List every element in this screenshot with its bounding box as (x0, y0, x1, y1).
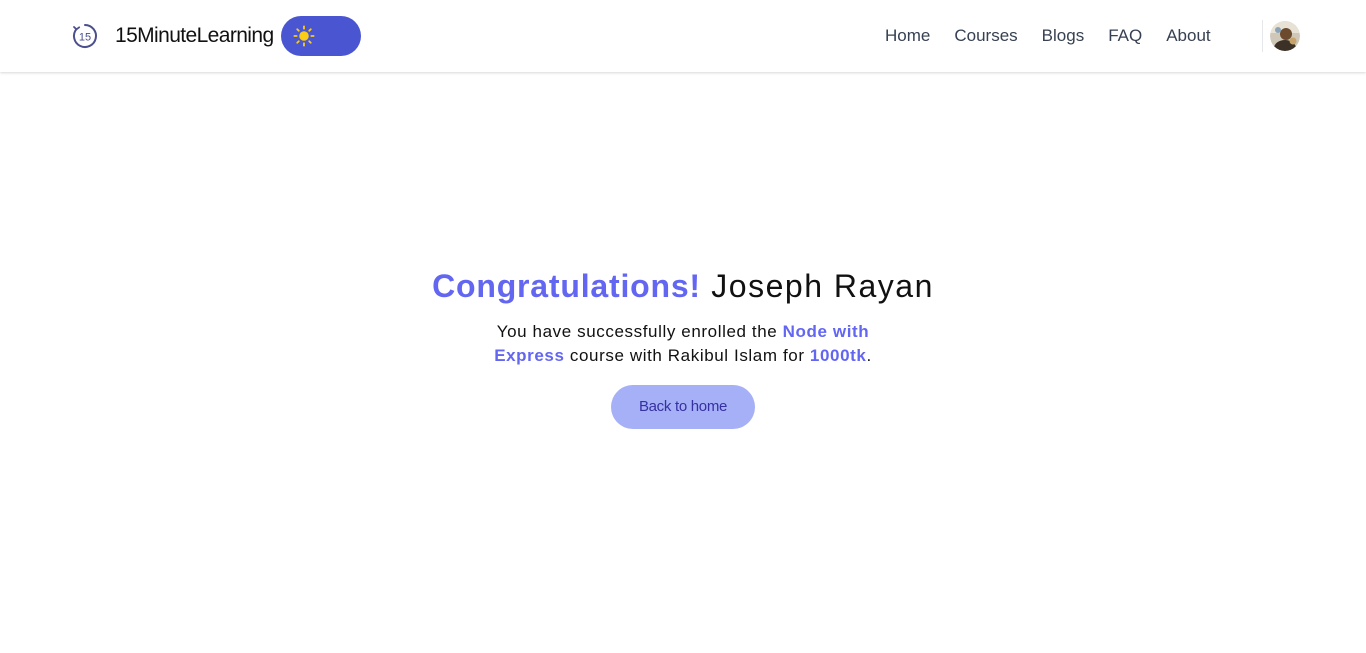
nav-blogs-link[interactable]: Blogs (1042, 26, 1085, 46)
nav-faq-link[interactable]: FAQ (1108, 26, 1142, 46)
user-name: Joseph Rayan (711, 268, 934, 304)
nav-about-link[interactable]: About (1166, 26, 1210, 46)
instructor-name: Rakibul Islam (667, 346, 778, 365)
enrollment-confirmation: Congratulations! Joseph Rayan You have s… (0, 260, 1366, 429)
message-part3: for (777, 346, 810, 365)
message-part2: course with (564, 346, 668, 365)
enrollment-message: You have successfully enrolled the Node … (473, 320, 893, 368)
navbar: 15 15MinuteLearning Home Courses Blogs F… (0, 0, 1366, 72)
sun-icon (292, 25, 315, 47)
back-to-home-button[interactable]: Back to home (611, 385, 755, 429)
user-avatar[interactable] (1270, 21, 1300, 51)
page-title: Congratulations! Joseph Rayan (0, 260, 1366, 312)
course-price: 1000tk (809, 346, 867, 365)
nav-divider (1262, 20, 1263, 52)
logo-text: 15 (79, 32, 91, 44)
congrats-text: Congratulations! (432, 268, 701, 304)
theme-toggle-button[interactable] (280, 16, 361, 56)
nav-courses-link[interactable]: Courses (954, 26, 1017, 46)
nav-home-link[interactable]: Home (885, 26, 930, 46)
timer-15-icon[interactable]: 15 (71, 22, 99, 50)
message-part1: You have successfully enrolled the (496, 322, 783, 341)
message-end: . (866, 346, 872, 365)
main-nav: Home Courses Blogs FAQ About (885, 22, 1211, 50)
brand: 15 15MinuteLearning (71, 16, 361, 56)
brand-name[interactable]: 15MinuteLearning (115, 24, 274, 48)
